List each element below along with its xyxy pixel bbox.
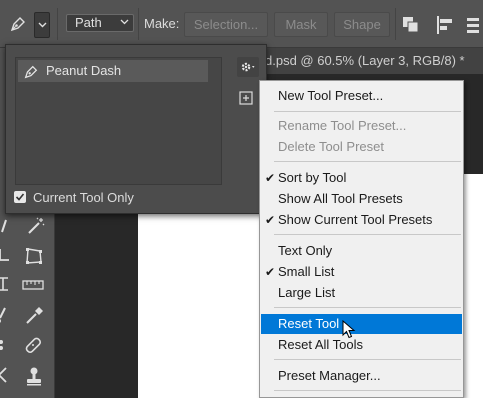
menu-item-label: New Tool Preset...: [278, 88, 384, 103]
menu-separator: [274, 307, 461, 308]
frame-icon[interactable]: [0, 276, 10, 292]
menu-item-label: Sort by Tool: [278, 170, 347, 185]
divider: [395, 8, 396, 40]
eyedropper-icon[interactable]: [24, 306, 44, 326]
pen-mode-select[interactable]: Path: [66, 14, 134, 32]
path-operations-icon[interactable]: [401, 15, 421, 35]
brush-icon[interactable]: [0, 306, 10, 324]
checkmark-icon: ✔: [265, 171, 276, 185]
panel-context-menu: New Tool Preset... Rename Tool Preset...…: [259, 80, 464, 398]
menu-separator: [274, 390, 461, 391]
menu-item-label: Delete Tool Preset: [278, 139, 384, 154]
ruler-icon[interactable]: [22, 278, 44, 292]
make-selection-button[interactable]: Selection...: [184, 12, 268, 37]
chevron-down-icon: [38, 22, 47, 28]
pen-mode-value: Path: [75, 15, 102, 30]
menu-item-small-list[interactable]: ✔ Small List: [261, 262, 462, 282]
clone-stamp-icon[interactable]: [0, 336, 10, 354]
healing-bandage-icon[interactable]: [22, 334, 44, 356]
menu-item-rename-tool-preset[interactable]: Rename Tool Preset...: [261, 116, 462, 136]
menu-separator: [274, 111, 461, 112]
menu-item-label: Show All Tool Presets: [278, 191, 403, 206]
tool-preset-picker-button[interactable]: [34, 12, 50, 38]
stamp-icon[interactable]: [24, 366, 44, 388]
mouse-pointer-icon: [342, 320, 356, 339]
panel-menu-button[interactable]: [237, 57, 259, 77]
spot-healing-brush-icon[interactable]: [0, 218, 12, 234]
menu-item-large-list[interactable]: Large List: [261, 283, 462, 303]
path-alignment-icon[interactable]: [435, 15, 455, 35]
move-arrow-icon[interactable]: [0, 366, 10, 384]
checkmark-icon: ✔: [265, 265, 276, 279]
current-tool-only-label: Current Tool Only: [33, 190, 134, 205]
menu-item-label: Rename Tool Preset...: [278, 118, 407, 133]
menu-item-label: Show Current Tool Presets: [278, 212, 433, 227]
menu-item-reset-tool[interactable]: Reset Tool: [261, 314, 462, 334]
chevron-down-icon: [120, 19, 129, 25]
new-preset-icon[interactable]: [239, 91, 253, 105]
menu-item-show-all-tool-presets[interactable]: Show All Tool Presets: [261, 189, 462, 209]
make-shape-button[interactable]: Shape: [334, 12, 390, 37]
make-label: Make:: [144, 16, 180, 31]
menu-item-label: Preset Manager...: [278, 368, 381, 383]
menu-item-reset-all-tools[interactable]: Reset All Tools: [261, 335, 462, 355]
menu-item-label: Large List: [278, 285, 336, 300]
menu-item-delete-tool-preset[interactable]: Delete Tool Preset: [261, 137, 462, 157]
gear-icon: [241, 62, 255, 72]
crop-icon[interactable]: [0, 248, 10, 264]
magic-wand-icon[interactable]: [26, 216, 46, 236]
menu-separator: [274, 359, 461, 360]
perspective-crop-icon[interactable]: [24, 246, 44, 266]
checkmark-icon: ✔: [265, 213, 276, 227]
divider: [57, 8, 58, 40]
menu-item-label: Text Only: [278, 243, 333, 258]
pen-tool-icon[interactable]: [4, 10, 32, 38]
menu-separator: [274, 161, 461, 162]
divider: [138, 8, 139, 40]
tool-preset-list[interactable]: Peanut Dash: [15, 57, 222, 185]
tool-preset-panel: Peanut Dash Current Tool Only: [5, 44, 267, 214]
toolbox: [0, 210, 55, 398]
menu-separator: [274, 234, 461, 235]
menu-item-new-tool-preset[interactable]: New Tool Preset...: [261, 86, 462, 106]
menu-item-label: Small List: [278, 264, 335, 279]
make-mask-button[interactable]: Mask: [274, 12, 328, 37]
list-item[interactable]: Peanut Dash: [18, 60, 208, 82]
checkbox-box[interactable]: [14, 191, 26, 203]
preset-item-label: Peanut Dash: [46, 63, 122, 78]
menu-item-sort-by-tool[interactable]: ✔ Sort by Tool: [261, 168, 462, 188]
document-tab-title: d.psd @ 60.5% (Layer 3, RGB/8) *: [265, 53, 465, 68]
menu-item-text-only[interactable]: Text Only: [261, 241, 462, 261]
path-arrangement-icon[interactable]: [464, 15, 483, 35]
pen-tool-icon: [24, 65, 38, 79]
options-bar: Path Make: Selection... Mask Shape: [0, 0, 483, 48]
document-tab[interactable]: d.psd @ 60.5% (Layer 3, RGB/8) *: [262, 48, 483, 74]
checkmark-icon: [15, 193, 25, 201]
menu-item-label: Reset Tool: [278, 316, 340, 331]
menu-item-preset-manager[interactable]: Preset Manager...: [261, 366, 462, 386]
menu-item-show-current-tool-presets[interactable]: ✔ Show Current Tool Presets: [261, 210, 462, 230]
